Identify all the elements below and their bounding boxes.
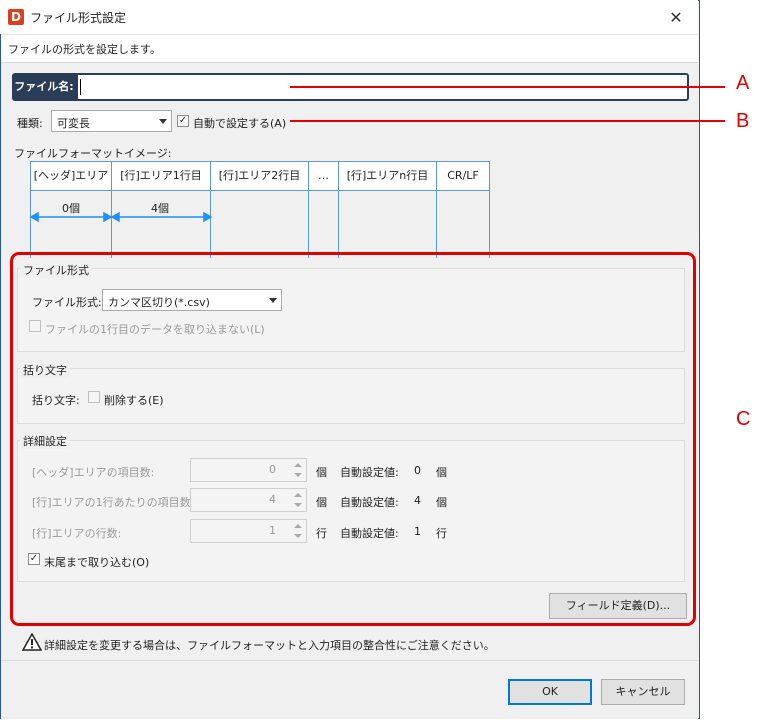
format-guide-line [111, 191, 112, 258]
filename-label: ファイル名: [12, 73, 76, 101]
format-guide-line [489, 191, 490, 258]
span-arrows [30, 211, 212, 223]
format-col-row1: [行]エリア1行目 [112, 162, 211, 190]
callout-b: B [736, 110, 750, 132]
format-col-header: [ヘッダ]エリア [31, 162, 112, 190]
format-guide-line [308, 191, 309, 258]
callout-line-a [290, 86, 725, 88]
arrow-head-icon [110, 211, 120, 223]
callout-a: A [736, 72, 750, 94]
arrow-head-icon [103, 211, 113, 223]
format-image-table: [ヘッダ]エリア [行]エリア1行目 [行]エリア2行目 … [行]エリアn行目… [30, 161, 490, 191]
close-icon: ✕ [669, 7, 683, 27]
auto-set-label: 自動で設定する(A) [193, 117, 287, 130]
format-col-row2: [行]エリア2行目 [211, 162, 309, 190]
chevron-down-icon [159, 119, 167, 124]
callout-c: C [736, 408, 751, 430]
format-guide-line [436, 191, 437, 258]
button-footer [1, 660, 698, 719]
arrow-head-icon [203, 211, 212, 223]
cancel-button[interactable]: キャンセル [601, 679, 685, 705]
window-title: ファイル形式設定 [30, 11, 127, 25]
text-caret [80, 79, 81, 95]
format-guide-line [30, 191, 31, 258]
kind-select[interactable]: 可変長 [51, 110, 172, 132]
warning-text: 詳細設定を変更する場合は、ファイルフォーマットと入力項目の整合性にご注意ください… [44, 639, 495, 652]
callout-box-c [10, 252, 696, 626]
format-col-ellipsis: … [309, 162, 339, 190]
callout-line-b [290, 120, 725, 122]
format-guide-line [210, 191, 211, 258]
close-button[interactable]: ✕ [662, 4, 690, 30]
warning-icon [22, 633, 42, 651]
format-guide-line [338, 191, 339, 258]
ok-button[interactable]: OK [508, 679, 592, 705]
format-col-crlf: CR/LF [437, 162, 489, 190]
format-col-rown: [行]エリアn行目 [339, 162, 437, 190]
auto-set-checkbox[interactable]: ✓ [177, 115, 189, 127]
arrow-head-icon [30, 211, 39, 223]
app-icon: D [8, 9, 24, 25]
description-text: ファイルの形式を設定します。 [8, 43, 161, 56]
kind-label: 種類: [17, 117, 43, 130]
kind-value: 可変長 [57, 117, 90, 130]
format-image-title: ファイルフォーマットイメージ: [14, 147, 172, 160]
